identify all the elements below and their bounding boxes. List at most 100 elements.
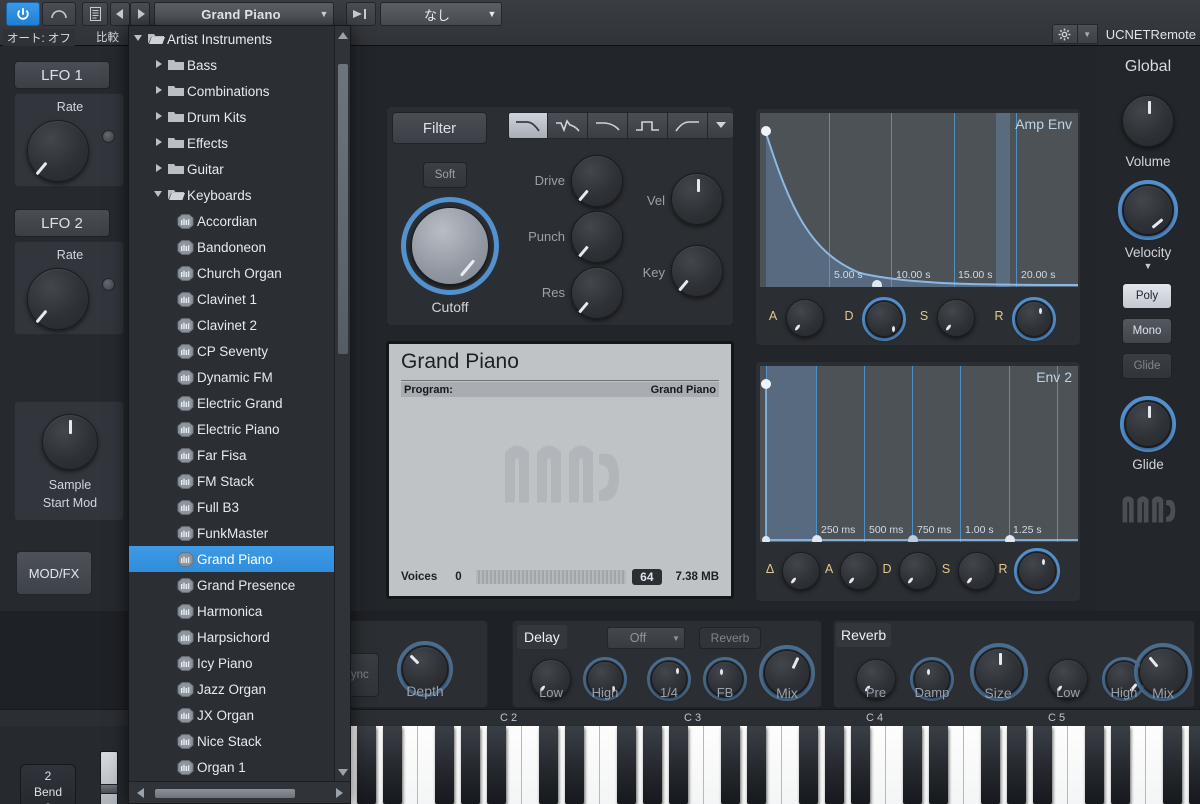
disclosure-closed-icon[interactable] xyxy=(151,60,165,70)
chevron-down-icon[interactable]: ▼ xyxy=(1077,24,1098,44)
delay-title[interactable]: Delay xyxy=(517,625,567,649)
env2-sustain-knob[interactable] xyxy=(958,552,996,590)
black-key[interactable] xyxy=(799,726,818,804)
compare-button[interactable]: 比較 xyxy=(96,29,119,45)
sidechain-selector[interactable]: なし ▼ xyxy=(380,2,502,26)
preset-selector[interactable]: Grand Piano ▼ xyxy=(154,2,334,26)
black-key[interactable] xyxy=(721,726,740,804)
scrollbar-thumb[interactable] xyxy=(155,789,295,798)
black-key[interactable] xyxy=(903,726,922,804)
global-poly-button[interactable]: Poly xyxy=(1122,283,1172,309)
instrument-item[interactable]: Grand Piano xyxy=(129,546,334,572)
filter-soft-button[interactable]: Soft xyxy=(423,162,467,188)
black-key[interactable] xyxy=(981,726,1000,804)
filter-drive-knob[interactable] xyxy=(571,155,623,207)
black-key[interactable] xyxy=(1163,726,1182,804)
black-key[interactable] xyxy=(435,726,454,804)
black-key[interactable] xyxy=(357,726,376,804)
instrument-item[interactable]: Grand Presence xyxy=(129,572,334,598)
highpass-icon[interactable] xyxy=(668,112,708,139)
bend-wheel-thumb[interactable] xyxy=(100,784,118,794)
black-key[interactable] xyxy=(669,726,688,804)
tree-folder-combinations[interactable]: Combinations xyxy=(129,78,334,104)
disclosure-closed-icon[interactable] xyxy=(151,138,165,148)
lfo2-rate-knob[interactable] xyxy=(27,268,89,330)
disclosure-closed-icon[interactable] xyxy=(151,164,165,174)
piano-keyboard[interactable] xyxy=(340,726,1200,804)
global-glide-button[interactable]: Glide xyxy=(1122,353,1172,379)
black-key[interactable] xyxy=(539,726,558,804)
instrument-item[interactable]: Clavinet 2 xyxy=(129,312,334,338)
tree-folder-keyboards[interactable]: Keyboards xyxy=(129,182,334,208)
black-key[interactable] xyxy=(747,726,766,804)
instrument-item[interactable]: Church Organ xyxy=(129,260,334,286)
disclosure-closed-icon[interactable] xyxy=(151,112,165,122)
scrollbar-thumb[interactable] xyxy=(338,64,348,354)
scroll-up-icon[interactable] xyxy=(335,26,351,44)
filter-vel-knob[interactable] xyxy=(671,173,723,225)
lowpass-soft-icon[interactable] xyxy=(588,112,628,139)
black-key[interactable] xyxy=(1033,726,1052,804)
chevron-down-icon[interactable] xyxy=(708,112,734,139)
amp-env-release-knob[interactable] xyxy=(1012,297,1056,341)
lfo1-rate-knob[interactable] xyxy=(27,120,89,182)
filter-cutoff-knob[interactable] xyxy=(401,197,499,295)
black-key[interactable] xyxy=(565,726,584,804)
black-key[interactable] xyxy=(1111,726,1130,804)
power-icon[interactable] xyxy=(6,2,40,26)
automation-status-label[interactable]: オート: オフ xyxy=(3,29,75,47)
program-row[interactable]: Program: Grand Piano xyxy=(401,382,719,397)
bandpass-icon[interactable] xyxy=(628,112,668,139)
amp-env-decay-knob[interactable] xyxy=(862,297,906,341)
instrument-item[interactable]: Bandoneon xyxy=(129,234,334,260)
bend-range-pad[interactable]: 2 Bend 2 xyxy=(20,764,76,804)
lfo2-mod-dot[interactable] xyxy=(102,278,115,291)
black-key[interactable] xyxy=(617,726,636,804)
preset-browser-dropdown[interactable]: Artist Instruments Bass Combinations Dru… xyxy=(128,25,351,804)
delay-send-button[interactable]: Reverb xyxy=(699,627,761,649)
env2-delay-knob[interactable] xyxy=(782,552,820,590)
tree-folder-guitar[interactable]: Guitar xyxy=(129,156,334,182)
notch-icon[interactable] xyxy=(548,112,588,139)
global-volume-knob[interactable] xyxy=(1122,95,1174,147)
instrument-item[interactable]: CP Seventy xyxy=(129,338,334,364)
env2-graph[interactable]: 250 ms 500 ms 750 ms 1.00 s 1.25 s Env 2 xyxy=(760,366,1078,542)
global-glide-knob[interactable] xyxy=(1120,396,1176,452)
filter-res-knob[interactable] xyxy=(571,267,623,319)
document-icon[interactable] xyxy=(82,2,108,26)
black-key[interactable] xyxy=(1189,726,1200,804)
filter-key-knob[interactable] xyxy=(671,245,723,297)
black-key[interactable] xyxy=(643,726,662,804)
global-velocity-knob[interactable] xyxy=(1118,180,1178,240)
voices-max[interactable]: 64 xyxy=(632,569,662,585)
instrument-item[interactable]: Electric Piano xyxy=(129,416,334,442)
tree-folder-bass[interactable]: Bass xyxy=(129,52,334,78)
amp-env-graph[interactable]: 5.00 s 10.00 s 15.00 s 20.00 s Amp Env xyxy=(760,113,1078,287)
lfo1-title[interactable]: LFO 1 xyxy=(14,61,110,89)
instrument-item[interactable]: Icy Piano xyxy=(129,650,334,676)
env2-release-knob[interactable] xyxy=(1014,548,1060,594)
modfx-button[interactable]: MOD/FX xyxy=(16,551,92,595)
black-key[interactable] xyxy=(461,726,480,804)
instrument-item[interactable]: FunkMaster xyxy=(129,520,334,546)
instrument-item[interactable]: Accordian xyxy=(129,208,334,234)
env2-attack-knob[interactable] xyxy=(840,552,878,590)
disclosure-open-icon[interactable] xyxy=(151,190,165,200)
next-arrow-icon[interactable] xyxy=(130,2,150,26)
black-key[interactable] xyxy=(383,726,402,804)
amp-env-sustain-knob[interactable] xyxy=(937,299,975,337)
instrument-item[interactable]: Harpsichord xyxy=(129,624,334,650)
scroll-right-icon[interactable] xyxy=(328,782,350,804)
prev-arrow-icon[interactable] xyxy=(110,2,130,26)
instrument-item[interactable]: FM Stack xyxy=(129,468,334,494)
disclosure-closed-icon[interactable] xyxy=(151,86,165,96)
disclosure-open-icon[interactable] xyxy=(131,34,145,44)
reverb-title[interactable]: Reverb xyxy=(836,623,892,647)
lfo1-mod-dot[interactable] xyxy=(102,130,115,143)
scroll-left-icon[interactable] xyxy=(129,782,151,804)
filter-punch-knob[interactable] xyxy=(571,211,623,263)
dropdown-vertical-scrollbar[interactable] xyxy=(334,26,350,781)
black-key[interactable] xyxy=(1007,726,1026,804)
amp-env-attack-knob[interactable] xyxy=(786,299,824,337)
instrument-item[interactable]: Electric Grand xyxy=(129,390,334,416)
